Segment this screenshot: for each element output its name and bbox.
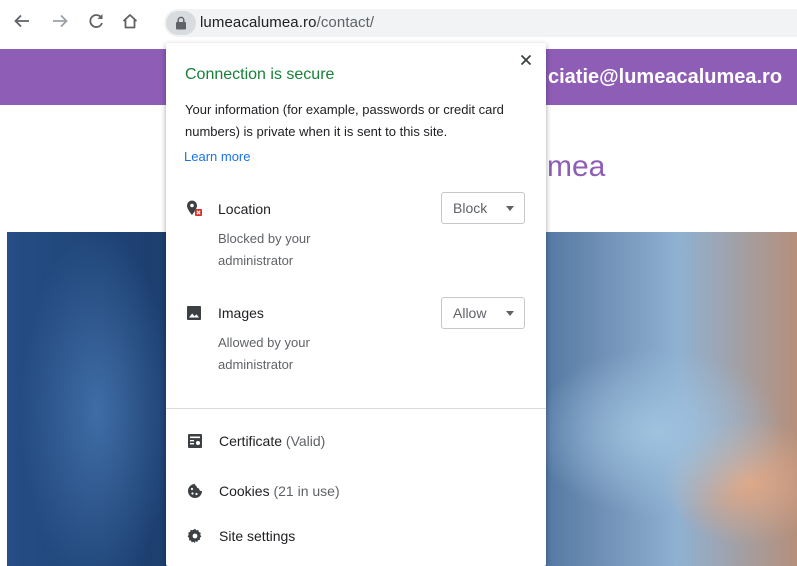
url-path: /contact/: [316, 14, 375, 31]
connection-description: Your information (for example, passwords…: [185, 102, 504, 139]
contact-email[interactable]: ciatie@lumeacalumea.ro: [548, 66, 782, 89]
gear-icon: [187, 528, 202, 544]
dropdown-caret-icon: [506, 206, 514, 211]
location-permission-status: Blocked by your administrator: [218, 231, 311, 268]
cookies-text: Cookies: [219, 483, 270, 499]
connection-secure-title: Connection is secure: [185, 66, 335, 83]
dropdown-caret-icon: [506, 311, 514, 316]
close-icon: [520, 54, 532, 66]
certificate-status: (Valid): [285, 433, 326, 449]
certificate-row[interactable]: Certificate (Valid): [166, 419, 546, 463]
cookies-label: Cookies (21 in use): [219, 483, 340, 499]
close-popup-button[interactable]: [516, 50, 536, 70]
lock-icon: [176, 16, 186, 30]
location-permission-label: Location: [218, 201, 271, 217]
site-info-button[interactable]: [166, 11, 196, 35]
reload-button[interactable]: [84, 9, 108, 33]
images-permission-status: Allowed by your administrator: [218, 335, 310, 372]
back-arrow-icon: [14, 14, 29, 28]
cookie-icon: [188, 484, 202, 498]
location-select-value: Block: [453, 200, 488, 216]
location-blocked-icon: [187, 200, 202, 216]
certificate-label: Certificate (Valid): [219, 433, 325, 449]
certificate-icon: [188, 434, 202, 448]
images-select-value: Allow: [453, 305, 487, 321]
learn-more-link[interactable]: Learn more: [184, 149, 250, 164]
location-permission-select[interactable]: Block: [441, 192, 525, 224]
certificate-text: Certificate: [219, 433, 283, 449]
home-icon: [122, 14, 138, 29]
url-text[interactable]: lumeacalumea.ro/contact/: [200, 14, 374, 31]
forward-button[interactable]: [48, 9, 72, 33]
back-button[interactable]: [10, 9, 34, 33]
cookies-row[interactable]: Cookies (21 in use): [166, 469, 546, 513]
site-settings-row[interactable]: Site settings: [166, 514, 546, 558]
home-button[interactable]: [118, 9, 142, 33]
reload-icon: [89, 14, 103, 28]
cookies-count: (21 in use): [273, 483, 340, 499]
images-permission-select[interactable]: Allow: [441, 297, 525, 329]
site-settings-label: Site settings: [219, 528, 296, 544]
image-icon: [187, 306, 201, 320]
browser-toolbar: lumeacalumea.ro/contact/: [0, 0, 797, 42]
forward-arrow-icon: [53, 14, 68, 28]
url-domain: lumeacalumea.ro: [200, 14, 317, 31]
popup-divider: [166, 408, 546, 409]
site-logo-text: mea: [547, 150, 606, 183]
images-permission-label: Images: [218, 305, 264, 321]
